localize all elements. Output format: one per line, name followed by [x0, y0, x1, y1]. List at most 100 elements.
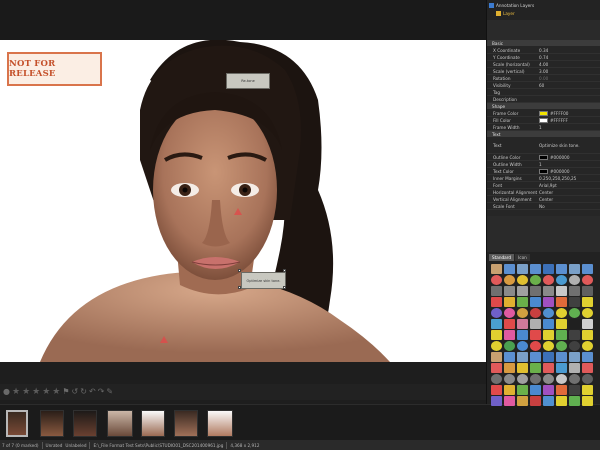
shape-swatch[interactable] — [504, 286, 515, 296]
property-row[interactable]: Text Optimize skin tone. — [487, 138, 600, 154]
shape-swatch[interactable] — [569, 374, 580, 384]
property-row[interactable]: Frame Width 1 — [487, 124, 600, 131]
property-row[interactable]: X Coordinate 0.34 — [487, 47, 600, 54]
shape-swatch[interactable] — [569, 396, 580, 406]
shape-swatch[interactable] — [543, 308, 554, 318]
shape-swatch[interactable] — [530, 396, 541, 406]
shape-swatch[interactable] — [530, 264, 541, 274]
shape-swatch[interactable] — [543, 286, 554, 296]
shape-swatch[interactable] — [530, 352, 541, 362]
shape-swatch[interactable] — [582, 352, 593, 362]
color-swatch[interactable] — [539, 168, 548, 174]
filmstrip-thumbnail[interactable] — [40, 410, 64, 437]
shape-swatch[interactable] — [530, 308, 541, 318]
shape-swatch[interactable] — [556, 297, 567, 307]
section-shape[interactable]: Shape — [487, 103, 600, 109]
shape-swatch[interactable] — [556, 286, 567, 296]
shape-swatch[interactable] — [491, 275, 502, 285]
shape-swatch[interactable] — [582, 319, 593, 329]
filmstrip-thumbnail[interactable] — [207, 410, 233, 437]
shape-swatch[interactable] — [569, 275, 580, 285]
shape-swatch[interactable] — [569, 352, 580, 362]
shape-swatch[interactable] — [517, 275, 528, 285]
shape-swatch[interactable] — [491, 363, 502, 373]
property-row[interactable]: Outline Width 1 — [487, 161, 600, 168]
reject-icon[interactable]: ● — [3, 388, 10, 396]
property-row[interactable]: Y Coordinate 0.74 — [487, 54, 600, 61]
shape-swatch[interactable] — [504, 385, 515, 395]
shape-swatch[interactable] — [556, 352, 567, 362]
layer-tree-root[interactable]: Annotation Layers — [488, 2, 600, 9]
shape-swatch[interactable] — [491, 297, 502, 307]
shape-swatch[interactable] — [569, 286, 580, 296]
shape-swatch[interactable] — [569, 330, 580, 340]
shape-swatch[interactable] — [556, 319, 567, 329]
shape-swatch[interactable] — [491, 341, 502, 351]
rotate-right-icon[interactable]: ↻ — [80, 388, 87, 396]
property-row[interactable]: Outline Color #000000 — [487, 154, 600, 161]
property-row[interactable]: Inner Margins 0.250,250,250,25 — [487, 175, 600, 182]
shape-swatch[interactable] — [530, 319, 541, 329]
shape-swatch[interactable] — [582, 341, 593, 351]
shape-swatch[interactable] — [491, 396, 502, 406]
property-row[interactable]: Text Color #000000 — [487, 168, 600, 175]
section-basic[interactable]: Basic — [487, 40, 600, 46]
undo-icon[interactable]: ↶ — [89, 388, 96, 396]
shape-swatch[interactable] — [556, 264, 567, 274]
star-icon[interactable]: ★ — [12, 387, 20, 397]
shape-swatch[interactable] — [582, 264, 593, 274]
shape-swatch[interactable] — [582, 374, 593, 384]
filmstrip-thumbnail[interactable] — [141, 410, 165, 437]
shape-swatch[interactable] — [517, 319, 528, 329]
shape-swatch[interactable] — [517, 396, 528, 406]
shape-swatch[interactable] — [556, 385, 567, 395]
property-row[interactable]: Scale (horizontal) 4.00 — [487, 61, 600, 68]
property-row[interactable]: Fill Color #FFFFFF — [487, 117, 600, 124]
shape-swatch[interactable] — [530, 363, 541, 373]
shape-swatch[interactable] — [556, 374, 567, 384]
property-row[interactable]: Description — [487, 96, 600, 103]
shape-swatch[interactable] — [504, 297, 515, 307]
shape-swatch[interactable] — [491, 374, 502, 384]
annotation-marker[interactable] — [160, 336, 168, 343]
shape-swatch[interactable] — [569, 308, 580, 318]
shape-swatch[interactable] — [517, 385, 528, 395]
shape-swatch[interactable] — [556, 363, 567, 373]
shape-swatch[interactable] — [530, 275, 541, 285]
shape-swatch[interactable] — [582, 363, 593, 373]
shape-swatch[interactable] — [530, 286, 541, 296]
flag-icon[interactable]: ⚑ — [62, 388, 69, 396]
annotation-note[interactable]: Re-tone — [226, 73, 270, 89]
image-viewer[interactable]: NOT FOR RELEASE Re-tone Optimize skin to… — [0, 40, 486, 362]
shape-swatch[interactable] — [543, 363, 554, 373]
filmstrip-thumbnail[interactable] — [73, 410, 97, 437]
rotate-left-icon[interactable]: ↺ — [72, 388, 79, 396]
star-icon[interactable]: ★ — [52, 387, 60, 397]
shape-swatch[interactable] — [517, 286, 528, 296]
shape-swatch[interactable] — [517, 308, 528, 318]
edit-icon[interactable]: ✎ — [106, 388, 113, 396]
color-swatch[interactable] — [539, 154, 548, 160]
shape-swatch[interactable] — [543, 330, 554, 340]
property-row[interactable]: Scale (vertical) 3.00 — [487, 68, 600, 75]
shape-swatch[interactable] — [504, 396, 515, 406]
shape-swatch[interactable] — [504, 308, 515, 318]
shape-swatch[interactable] — [569, 319, 580, 329]
shape-swatch[interactable] — [530, 385, 541, 395]
shape-swatch[interactable] — [556, 396, 567, 406]
redo-icon[interactable]: ↷ — [98, 388, 105, 396]
shape-swatch[interactable] — [582, 275, 593, 285]
resize-handle[interactable] — [283, 269, 286, 272]
shape-swatch[interactable] — [491, 385, 502, 395]
resize-handle[interactable] — [238, 286, 241, 289]
shape-swatch[interactable] — [504, 330, 515, 340]
shape-swatch[interactable] — [543, 385, 554, 395]
shape-swatch[interactable] — [517, 341, 528, 351]
shape-swatch[interactable] — [530, 341, 541, 351]
shape-swatch[interactable] — [556, 341, 567, 351]
not-for-release-stamp[interactable]: NOT FOR RELEASE — [7, 52, 102, 86]
shape-swatch[interactable] — [517, 330, 528, 340]
property-row[interactable]: Scale Font No — [487, 203, 600, 210]
shape-swatch[interactable] — [543, 341, 554, 351]
shape-swatch[interactable] — [569, 341, 580, 351]
